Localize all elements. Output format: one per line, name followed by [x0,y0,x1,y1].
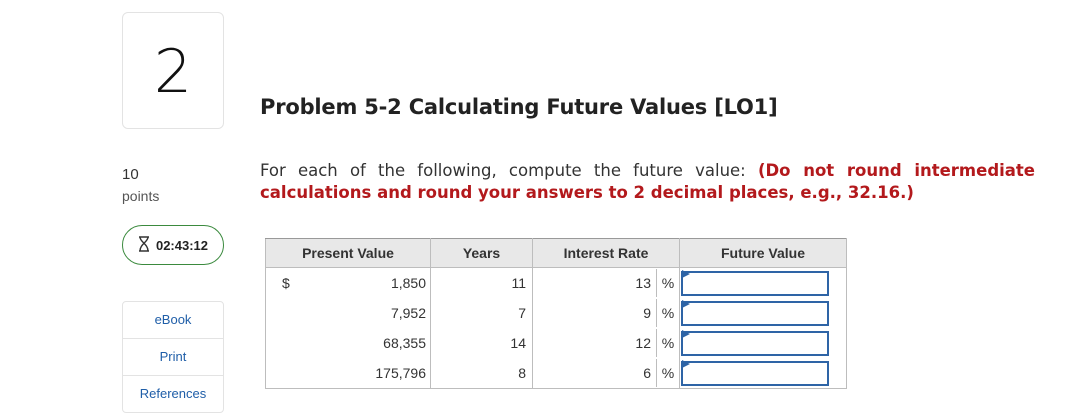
instruction-text: For each of the following, compute the f… [260,161,758,180]
interest-rate-value: 12 [635,335,651,351]
header-future-value: Future Value [679,238,847,268]
present-value: 175,796 [375,365,426,381]
points-label: points [122,188,160,204]
problem-instructions: For each of the following, compute the f… [260,160,1035,204]
years-value: 7 [430,298,533,328]
header-interest-rate: Interest Rate [532,238,680,268]
interest-rate-value: 9 [643,305,651,321]
question-number-box: 2 [122,12,224,129]
future-value-table: Present Value Years Interest Rate Future… [265,238,847,389]
input-flag-icon [682,360,690,368]
future-value-input[interactable] [681,330,829,356]
percent-symbol: % [656,329,679,357]
hourglass-icon [138,235,150,255]
input-flag-icon [682,330,690,338]
timer-badge: 02:43:12 [122,225,224,265]
currency-symbol: $ [282,275,290,291]
percent-symbol: % [656,269,679,297]
header-years: Years [430,238,533,268]
table-row: 175,796 8 6% [265,358,847,389]
present-value: 1,850 [390,275,426,291]
question-number: 2 [153,36,193,107]
problem-title: Problem 5-2 Calculating Future Values [L… [260,95,778,119]
table-row: 7,952 7 9% [265,298,847,328]
present-value: 7,952 [390,305,426,321]
percent-symbol: % [656,359,679,387]
print-link[interactable]: Print [123,338,223,375]
present-value: 68,355 [383,335,426,351]
future-value-input[interactable] [681,360,829,386]
years-value: 14 [430,328,533,358]
ebook-link[interactable]: eBook [123,302,223,338]
references-link[interactable]: References [123,375,223,412]
input-flag-icon [682,300,690,308]
timer-text: 02:43:12 [155,237,209,253]
future-value-input[interactable] [681,270,829,296]
interest-rate-value: 13 [635,275,651,291]
interest-rate-value: 6 [643,365,651,381]
header-present-value: Present Value [265,238,431,268]
table-row: $1,850 11 13% [265,267,847,298]
input-flag-icon [682,270,690,278]
years-value: 11 [430,267,533,298]
table-row: 68,355 14 12% [265,328,847,358]
years-value: 8 [430,358,533,389]
future-value-input[interactable] [681,300,829,326]
points-value: 10 [122,166,139,183]
resource-links: eBook Print References [122,301,224,413]
percent-symbol: % [656,299,679,327]
